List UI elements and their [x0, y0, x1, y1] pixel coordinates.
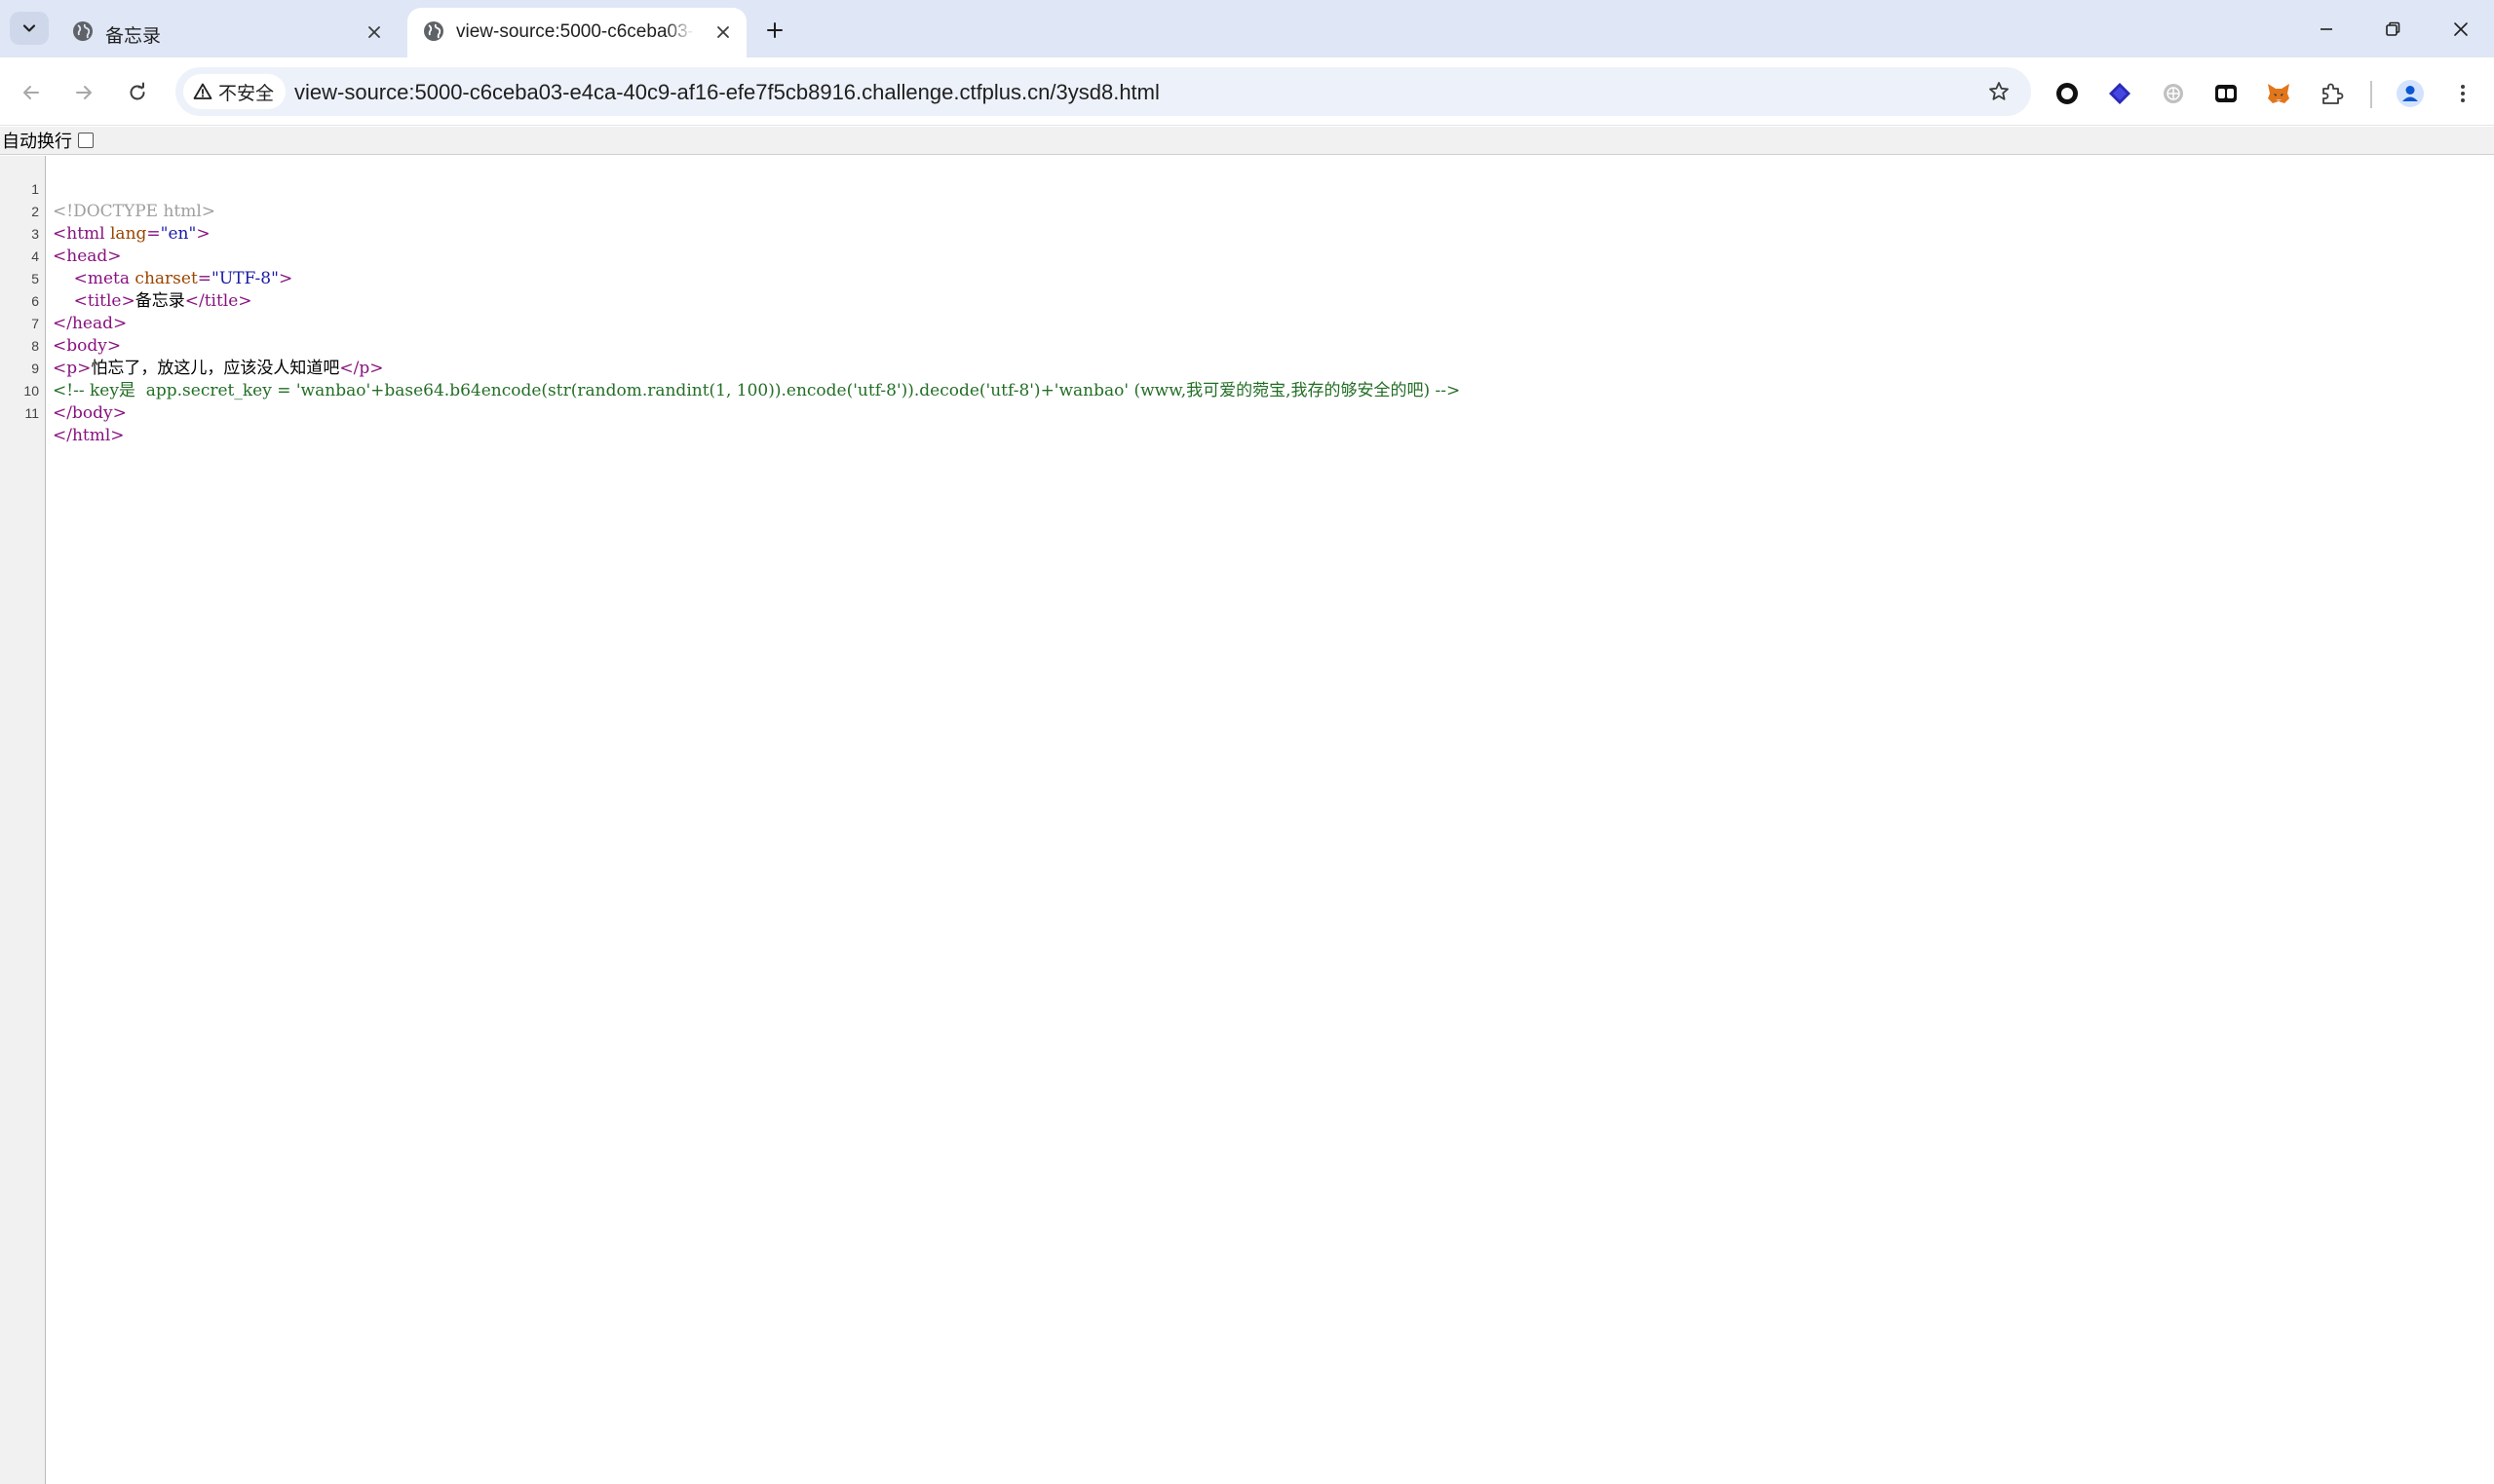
source-code: 1 <!DOCTYPE html> 2 <html lang="en"> 3 <…	[0, 156, 2494, 445]
close-icon	[2454, 21, 2468, 36]
source-line: 2 <html lang="en">	[0, 178, 2494, 244]
browser-toolbar: 不安全 view-source:5000-c6ceba03-e4ca-40c9-…	[0, 57, 2494, 126]
restore-button[interactable]	[2359, 0, 2427, 57]
extension-fox[interactable]	[2262, 77, 2295, 110]
diamond-extension-icon	[2109, 83, 2130, 104]
plus-icon	[767, 22, 783, 38]
star-icon	[1989, 82, 2009, 100]
source-line: 9 <!-- key是 app.secret_key = 'wanbao'+ba…	[0, 335, 2494, 400]
globe-extension-icon	[2164, 84, 2183, 103]
source-line: 1 <!DOCTYPE html>	[0, 156, 2494, 221]
arrow-right-icon	[76, 86, 92, 99]
source-line: 5 <title>备忘录</title>	[0, 246, 2494, 311]
minimize-button[interactable]	[2292, 0, 2360, 57]
minimize-icon	[2321, 27, 2332, 30]
warning-icon	[193, 83, 212, 99]
tab-view-source[interactable]: view-source:5000-c6ceba03-e4ca-40c9-af16…	[407, 8, 747, 57]
close-icon	[717, 26, 729, 38]
line-number: 11	[24, 405, 39, 421]
url-text[interactable]: view-source:5000-c6ceba03-e4ca-40c9-af16…	[294, 80, 1160, 105]
security-indicator[interactable]: 不安全	[183, 74, 287, 109]
address-bar[interactable]: 不安全 view-source:5000-c6ceba03-e4ca-40c9-…	[175, 67, 2031, 116]
restore-icon	[2386, 21, 2400, 36]
security-label: 不安全	[218, 83, 275, 104]
arrow-left-icon	[23, 86, 39, 99]
avatar-icon	[2397, 80, 2424, 107]
profile-button[interactable]	[2394, 77, 2427, 110]
close-icon	[368, 26, 380, 38]
line-wrap-bar: 自动换行	[0, 127, 2494, 155]
source-line: 8 <p>怕忘了，放这儿，应该没人知道吧</p>	[0, 313, 2494, 378]
bookmark-button[interactable]	[1984, 77, 2014, 106]
extension-dual[interactable]	[2209, 77, 2243, 110]
new-tab-button[interactable]	[758, 14, 791, 47]
reload-icon	[130, 82, 145, 100]
toolbar-divider	[2370, 81, 2372, 108]
source-line: 10 </body>	[0, 358, 2494, 423]
extension-ring[interactable]	[2051, 77, 2084, 110]
close-window-button[interactable]	[2427, 0, 2494, 57]
line-wrap-checkbox[interactable]	[78, 133, 94, 148]
back-button[interactable]	[12, 73, 51, 112]
line-wrap-label: 自动换行	[2, 132, 72, 152]
browser-menu-button[interactable]	[2446, 77, 2479, 110]
puzzle-icon	[2322, 83, 2344, 104]
ring-extension-icon	[2056, 83, 2078, 104]
tab-close-button[interactable]	[710, 19, 737, 46]
source-line: 3 <head>	[0, 201, 2494, 266]
forward-button[interactable]	[64, 73, 103, 112]
tab-strip: 备忘录 view-source:5000-c6ceba03-e4ca-40c9-…	[0, 0, 2494, 57]
tag: </html>	[53, 426, 125, 445]
source-line: 11 </html>	[0, 380, 2494, 445]
tab-title: view-source:5000-c6ceba03-e4ca-40c9-af16…	[456, 21, 694, 42]
extension-grey[interactable]	[2157, 77, 2190, 110]
globe-icon	[424, 21, 443, 41]
reload-button[interactable]	[118, 73, 157, 112]
tab-search-button[interactable]	[10, 12, 49, 45]
source-line: 7 <body>	[0, 290, 2494, 356]
source-line: 4 <meta charset="UTF-8">	[0, 223, 2494, 288]
tab-memo[interactable]: 备忘录	[57, 8, 398, 57]
source-line: 6 </head>	[0, 268, 2494, 333]
chevron-down-icon	[22, 24, 36, 32]
tag: </body>	[53, 403, 127, 423]
more-vert-icon	[2461, 85, 2465, 102]
extension-layers[interactable]	[2103, 77, 2136, 110]
globe-icon	[73, 21, 93, 41]
reader-extension-icon	[2215, 85, 2237, 102]
fox-icon	[2268, 84, 2289, 103]
tab-title: 备忘录	[105, 26, 162, 47]
extensions-menu-button[interactable]	[2315, 77, 2348, 110]
tab-close-button[interactable]	[361, 19, 388, 46]
